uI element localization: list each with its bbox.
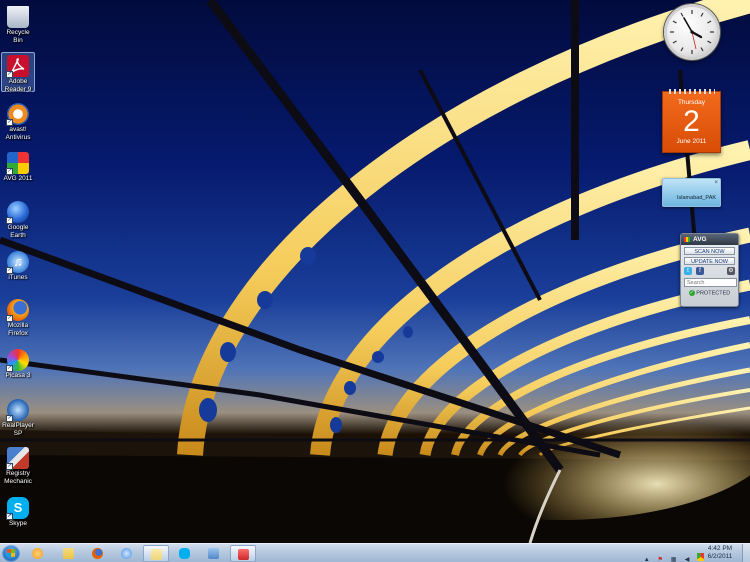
snipping-tool-icon (238, 549, 249, 560)
picasa-icon: ↗ (6, 349, 29, 372)
avg-gadget-header: AVG (681, 234, 738, 245)
desktop-icon-skype[interactable]: S ↗ Skype (1, 495, 35, 528)
network-label: Islamabad_PAK (677, 195, 717, 201)
network-icon[interactable]: ▦ (670, 556, 677, 562)
calendar-date: 2 (683, 105, 700, 138)
system-tray: ▲ ⚑ ▦ ◀ (641, 548, 704, 562)
shortcut-arrow-icon: ↗ (6, 463, 13, 470)
recycle-bin-icon (7, 6, 29, 28)
show-desktop-button[interactable] (742, 544, 750, 562)
desktop-icon-label: iTunes (8, 274, 28, 281)
desktop-icon-label: avast! Antivirus (5, 126, 31, 141)
action-center-icon[interactable]: ⚑ (657, 556, 664, 562)
network-gadget[interactable]: × Islamabad_PAK (662, 178, 721, 207)
desktop-icon-label: Skype (8, 520, 28, 527)
shortcut-arrow-icon: ↗ (6, 267, 13, 274)
shortcut-arrow-icon: ↗ (6, 315, 13, 322)
skype-icon: S ↗ (6, 497, 29, 520)
firefox-icon: ↗ (6, 299, 29, 322)
shortcut-arrow-icon: ↗ (6, 119, 13, 126)
calendar-rings (669, 89, 715, 94)
update-now-button[interactable]: UPDATE NOW (684, 257, 735, 265)
taskbar-folder-window[interactable] (143, 545, 169, 562)
avg-status-text: PROTECTED (696, 290, 731, 297)
calendar-month: June 2011 (676, 138, 707, 145)
taskbar: ▲ ⚑ ▦ ◀ 4:42 PM 6/2/2011 (0, 543, 750, 562)
desktop-icon-google-earth[interactable]: ↗ Google Earth (1, 199, 35, 239)
registry-mechanic-icon: ↗ (6, 447, 29, 470)
desktop-icon-recycle-bin[interactable]: Recycle Bin (1, 4, 35, 44)
desktop-icon-adobe-reader[interactable]: ↗ Adobe Reader 9 (1, 52, 35, 93)
shortcut-arrow-icon: ↗ (6, 217, 13, 224)
desktop-icon-label: Adobe Reader 9 (4, 78, 32, 93)
realplayer-icon: ↗ (6, 399, 29, 422)
itunes-icon (121, 548, 132, 559)
taskbar-snipping-tool[interactable] (230, 545, 256, 562)
wallpaper-bridge-image (0, 0, 750, 543)
shortcut-arrow-icon: ↗ (6, 71, 13, 78)
avg-status: ✓ PROTECTED (684, 290, 735, 296)
settings-icon[interactable]: ⚙ (727, 267, 735, 275)
desktop-icon-firefox[interactable]: ↗ Mozilla Firefox (1, 297, 35, 337)
shortcut-arrow-icon: ↗ (6, 513, 13, 520)
desktop[interactable]: Recycle Bin ↗ Adobe Reader 9 ↗ avast! An… (0, 0, 750, 543)
twitter-icon[interactable]: t (684, 267, 692, 275)
desktop-icon-label: Google Earth (7, 224, 29, 239)
avast-icon: ↗ (6, 103, 29, 126)
taskbar-time: 4:42 PM (707, 545, 733, 552)
facebook-icon[interactable]: f (696, 267, 704, 275)
desktop-icon-avg[interactable]: ↗ AVG 2011 (1, 150, 35, 183)
desktop-icon-label: Recycle Bin (6, 29, 30, 44)
avg-gadget[interactable]: AVG SCAN NOW UPDATE NOW t f ⚙ ✓ PROTECTE… (680, 233, 739, 307)
itunes-icon: ♫ ↗ (6, 251, 29, 274)
avg-search-input[interactable] (684, 278, 737, 287)
desktop-icon-realplayer[interactable]: ↗ RealPlayer SP (1, 397, 35, 437)
taskbar-date: 6/2/2011 (707, 553, 733, 560)
avg-logo-icon (684, 237, 690, 242)
desktop-icon-label: Mozilla Firefox (7, 322, 29, 337)
close-icon[interactable]: × (714, 180, 718, 186)
firefox-icon (92, 548, 103, 559)
start-button[interactable] (2, 545, 20, 562)
avg-icon: ↗ (6, 152, 29, 175)
clock-face-icon (670, 10, 714, 54)
windows-logo-icon (7, 549, 15, 557)
taskbar-remote-desktop[interactable] (201, 545, 227, 562)
google-earth-icon: ↗ (6, 201, 29, 224)
remote-desktop-icon (208, 548, 219, 559)
desktop-icon-label: AVG 2011 (3, 175, 33, 182)
scan-now-button[interactable]: SCAN NOW (684, 247, 735, 255)
desktop-icon-label: Registry Mechanic (4, 470, 32, 485)
folder-icon (63, 548, 74, 559)
avg-gadget-title: AVG (693, 236, 707, 243)
desktop-icon-registry-mechanic[interactable]: ↗ Registry Mechanic (1, 445, 35, 485)
show-hidden-icons-icon[interactable]: ▲ (643, 556, 650, 562)
taskbar-media-player[interactable] (25, 545, 51, 562)
desktop-icon-itunes[interactable]: ♫ ↗ iTunes (1, 249, 35, 282)
taskbar-skype[interactable] (172, 545, 198, 562)
desktop-icon-picasa[interactable]: ↗ Picasa 3 (1, 347, 35, 380)
shortcut-arrow-icon: ↗ (6, 415, 13, 422)
taskbar-firefox[interactable] (85, 545, 111, 562)
shortcut-arrow-icon: ↗ (6, 168, 13, 175)
avg-social-links: t f ⚙ (684, 267, 735, 276)
volume-icon[interactable]: ◀ (684, 556, 691, 562)
desktop-icon-label: RealPlayer SP (2, 422, 34, 437)
taskbar-clock[interactable]: 4:42 PM 6/2/2011 (702, 545, 738, 561)
folder-icon (151, 549, 162, 560)
taskbar-explorer[interactable] (56, 545, 82, 562)
taskbar-itunes[interactable] (114, 545, 140, 562)
adobe-reader-icon: ↗ (6, 55, 29, 78)
check-icon: ✓ (688, 290, 695, 296)
desktop-icon-label: Picasa 3 (5, 372, 31, 379)
calendar-gadget[interactable]: Thursday 2 June 2011 (662, 89, 721, 153)
skype-icon (179, 548, 190, 559)
desktop-icon-avast[interactable]: ↗ avast! Antivirus (1, 101, 35, 141)
shortcut-arrow-icon: ↗ (6, 365, 13, 372)
media-player-icon (32, 548, 43, 559)
clock-gadget[interactable] (664, 4, 720, 60)
